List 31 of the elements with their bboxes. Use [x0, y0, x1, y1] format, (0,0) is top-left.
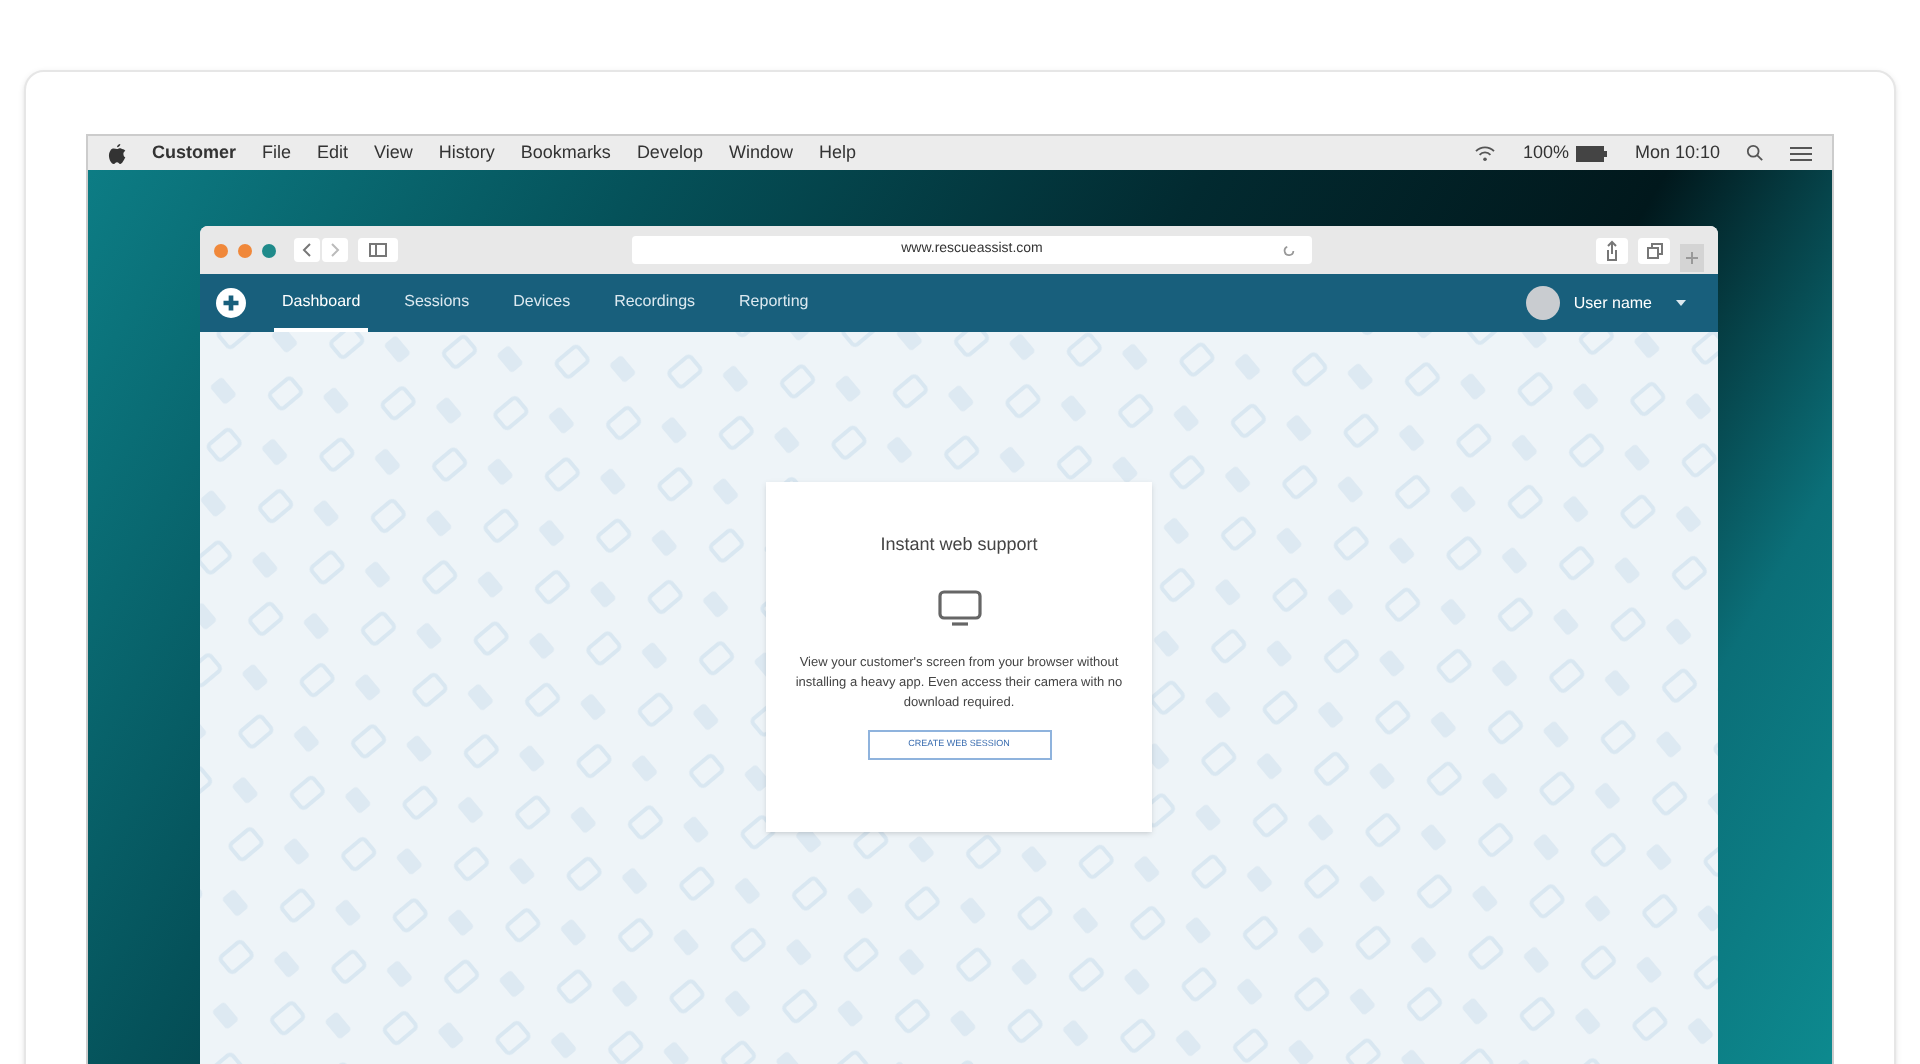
nav-tab[interactable]: Reporting — [731, 274, 817, 332]
menu-item[interactable]: File — [262, 139, 292, 167]
user-avatar[interactable] — [1525, 286, 1560, 320]
nav-tab[interactable]: Recordings — [606, 274, 704, 332]
menu-item[interactable]: History — [438, 139, 495, 167]
sidebar-icon[interactable] — [358, 238, 398, 262]
reload-icon[interactable] — [1282, 243, 1296, 257]
menu-item[interactable]: Help — [818, 139, 856, 167]
menu-item[interactable]: Edit — [317, 139, 349, 167]
list-icon[interactable] — [1790, 145, 1812, 161]
tabs-icon[interactable] — [1638, 237, 1670, 263]
user-name[interactable]: User name — [1573, 291, 1652, 315]
menu-item[interactable]: Develop — [636, 139, 703, 167]
card-title: Instant web support — [880, 532, 1038, 558]
search-icon[interactable] — [1746, 144, 1764, 162]
monitor-icon — [937, 589, 981, 625]
nav-tab[interactable]: Sessions — [396, 274, 478, 332]
battery-icon[interactable] — [1576, 145, 1609, 161]
wifi-icon[interactable] — [1474, 144, 1497, 162]
battery-percent: 100% — [1522, 139, 1569, 166]
back-icon[interactable] — [294, 238, 320, 262]
clock[interactable]: Mon 10:10 — [1634, 139, 1720, 167]
apple-icon[interactable] — [108, 143, 126, 163]
nav-tab[interactable]: Devices — [505, 274, 579, 332]
add-circle-icon[interactable] — [216, 288, 246, 318]
menu-item[interactable]: Window — [728, 139, 793, 167]
share-icon[interactable] — [1596, 237, 1628, 263]
app-name[interactable]: Customer — [152, 139, 237, 167]
caret-icon[interactable] — [1676, 300, 1686, 306]
menu-item[interactable]: Bookmarks — [520, 139, 611, 167]
menu-item[interactable]: View — [374, 139, 413, 167]
